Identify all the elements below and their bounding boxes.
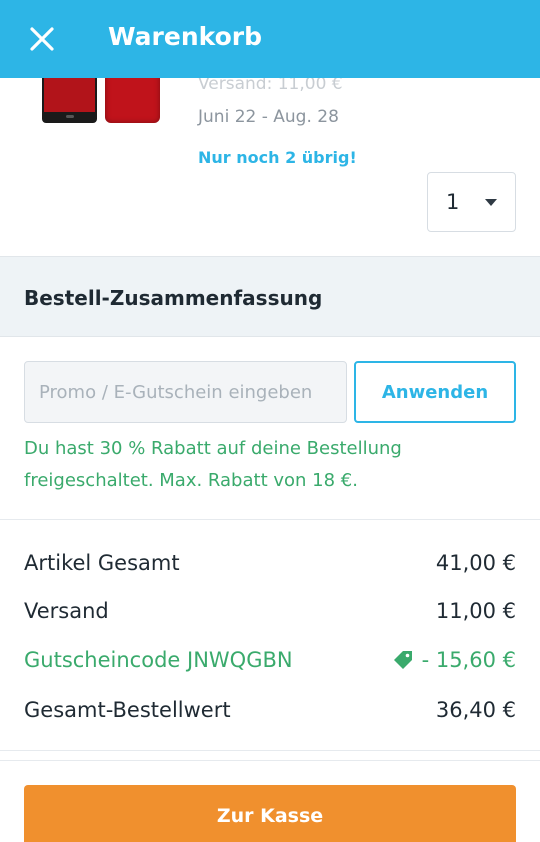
close-button[interactable] — [22, 21, 62, 57]
summary-row-coupon: Gutscheincode JNWQGBN - 15,60 € — [24, 644, 516, 676]
delivery-date-text: Juni 22 - Aug. 28 — [198, 107, 339, 127]
divider — [0, 519, 540, 520]
close-icon — [30, 27, 54, 51]
divider — [0, 760, 540, 761]
row-value: 36,40 € — [435, 698, 516, 722]
row-label: Artikel Gesamt — [24, 551, 180, 575]
product-image-back[interactable] — [105, 78, 160, 123]
apply-promo-button[interactable]: Anwenden — [354, 361, 516, 423]
app-header: Warenkorb — [0, 0, 540, 78]
caret-down-icon — [485, 199, 497, 206]
row-value: - 15,60 € — [421, 648, 516, 672]
stock-warning: Nur noch 2 übrig! — [198, 148, 357, 167]
quantity-value: 1 — [446, 190, 460, 214]
summary-title: Bestell-Zusammenfassung — [24, 286, 323, 310]
shipping-cost-text: Versand: 11,00 € — [198, 78, 343, 94]
row-value-wrap: - 15,60 € — [392, 648, 516, 672]
row-value: 41,00 € — [435, 551, 516, 575]
summary-row-items-total: Artikel Gesamt 41,00 € — [24, 547, 516, 579]
quantity-select[interactable]: 1 — [427, 172, 516, 232]
row-value: 11,00 € — [435, 599, 516, 623]
row-label: Gutscheincode JNWQGBN — [24, 648, 293, 672]
tag-icon — [392, 649, 414, 671]
summary-row-grand-total: Gesamt-Bestellwert 36,40 € — [24, 694, 516, 726]
divider — [0, 750, 540, 751]
checkout-button[interactable]: Zur Kasse — [24, 785, 516, 842]
row-label: Gesamt-Bestellwert — [24, 698, 231, 722]
row-label: Versand — [24, 599, 109, 623]
summary-row-shipping: Versand 11,00 € — [24, 595, 516, 627]
cart-item: Versand: 11,00 € Juni 22 - Aug. 28 Nur n… — [0, 78, 540, 256]
promo-code-input[interactable] — [24, 361, 347, 423]
discount-message: Du hast 30 % Rabatt auf deine Bestellung… — [24, 438, 402, 491]
product-image-front[interactable] — [42, 78, 97, 123]
summary-header: Bestell-Zusammenfassung — [0, 256, 540, 337]
page-title: Warenkorb — [108, 22, 262, 51]
